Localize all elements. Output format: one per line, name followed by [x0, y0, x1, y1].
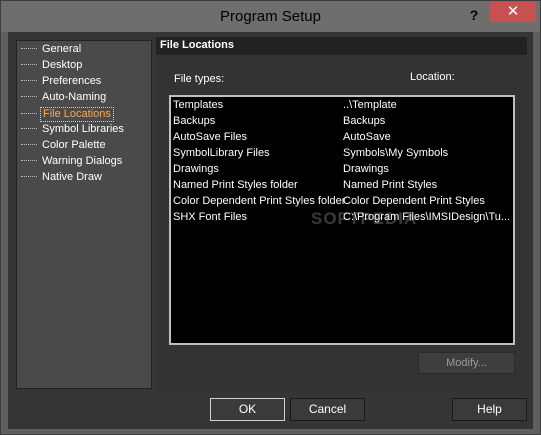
location-label: Location:	[410, 71, 455, 83]
dialog-client-area: General Desktop Preferences Auto-Naming …	[8, 32, 533, 429]
file-type-cell: Color Dependent Print Styles folder	[173, 195, 345, 207]
list-item[interactable]: Color Dependent Print Styles folder Color…	[173, 194, 513, 210]
tree-item-preferences[interactable]: Preferences	[21, 75, 103, 90]
close-icon[interactable]: ✕	[490, 2, 536, 22]
file-type-cell: Named Print Styles folder	[173, 179, 298, 191]
tree-item-general[interactable]: General	[21, 43, 83, 58]
file-types-label: File types:	[174, 73, 225, 85]
list-item[interactable]: Backups Backups	[173, 114, 513, 130]
help-icon[interactable]: ?	[463, 6, 485, 26]
program-setup-window: Program Setup ? ✕ General Desktop Prefer…	[0, 0, 541, 435]
file-type-cell: AutoSave Files	[173, 131, 247, 143]
tree-item-label: Desktop	[42, 59, 83, 71]
location-cell: AutoSave	[343, 131, 391, 143]
tree-item-label: General	[42, 43, 82, 55]
file-locations-panel: File Locations File types: Location: SOF…	[156, 37, 527, 391]
tree-item-symbol-libraries[interactable]: Symbol Libraries	[21, 123, 126, 138]
tree-item-label: Native Draw	[42, 171, 102, 183]
tree-item-label: Preferences	[42, 75, 102, 87]
list-item[interactable]: Templates ..\Template	[173, 98, 513, 114]
window-title: Program Setup	[220, 8, 321, 25]
tree-item-label: Color Palette	[42, 139, 106, 151]
list-item[interactable]: SHX Font Files C:\Program Files\IMSIDesig…	[173, 210, 513, 226]
file-type-cell: Backups	[173, 115, 216, 127]
tree-item-label: Auto-Naming	[42, 91, 107, 103]
location-cell: Symbols\My Symbols	[343, 147, 449, 159]
tree-item-label: File Locations	[40, 107, 114, 122]
file-type-cell: Drawings	[173, 163, 219, 175]
ok-button[interactable]: OK	[210, 398, 285, 421]
tree-item-auto-naming[interactable]: Auto-Naming	[21, 91, 108, 106]
file-type-cell: SymbolLibrary Files	[173, 147, 270, 159]
list-item[interactable]: Drawings Drawings	[173, 162, 513, 178]
settings-category-tree: General Desktop Preferences Auto-Naming …	[16, 40, 152, 389]
panel-header: File Locations	[156, 37, 527, 55]
tree-item-warning-dialogs[interactable]: Warning Dialogs	[21, 155, 124, 170]
list-item[interactable]: AutoSave Files AutoSave	[173, 130, 513, 146]
location-cell: Drawings	[343, 163, 389, 175]
tree-item-desktop[interactable]: Desktop	[21, 59, 84, 74]
title-bar[interactable]: Program Setup ? ✕	[1, 1, 540, 32]
modify-button[interactable]: Modify...	[418, 352, 515, 374]
panel-body: File types: Location: SOFTPEDIA Template…	[156, 55, 527, 391]
cancel-button[interactable]: Cancel	[290, 398, 365, 421]
tree-item-label: Warning Dialogs	[42, 155, 123, 167]
tree-item-label: Symbol Libraries	[42, 123, 124, 135]
panel-title: File Locations	[160, 39, 234, 51]
file-type-cell: SHX Font Files	[173, 211, 247, 223]
file-locations-list[interactable]: SOFTPEDIA Templates ..\Template Backups Ba…	[169, 95, 515, 345]
list-item[interactable]: SymbolLibrary Files Symbols\My Symbols	[173, 146, 513, 162]
help-button[interactable]: Help	[452, 398, 527, 421]
location-cell: Named Print Styles	[343, 179, 438, 191]
location-cell: C:\Program Files\IMSIDesign\Tu...	[343, 211, 511, 223]
tree-item-native-draw[interactable]: Native Draw	[21, 171, 104, 186]
list-item[interactable]: Named Print Styles folder Named Print Sty…	[173, 178, 513, 194]
tree-item-color-palette[interactable]: Color Palette	[21, 139, 108, 154]
tree-item-file-locations[interactable]: File Locations	[21, 107, 114, 122]
location-cell: Color Dependent Print Styles	[343, 195, 485, 207]
file-type-cell: Templates	[173, 99, 224, 111]
location-cell: Backups	[343, 115, 386, 127]
location-cell: ..\Template	[343, 99, 397, 111]
